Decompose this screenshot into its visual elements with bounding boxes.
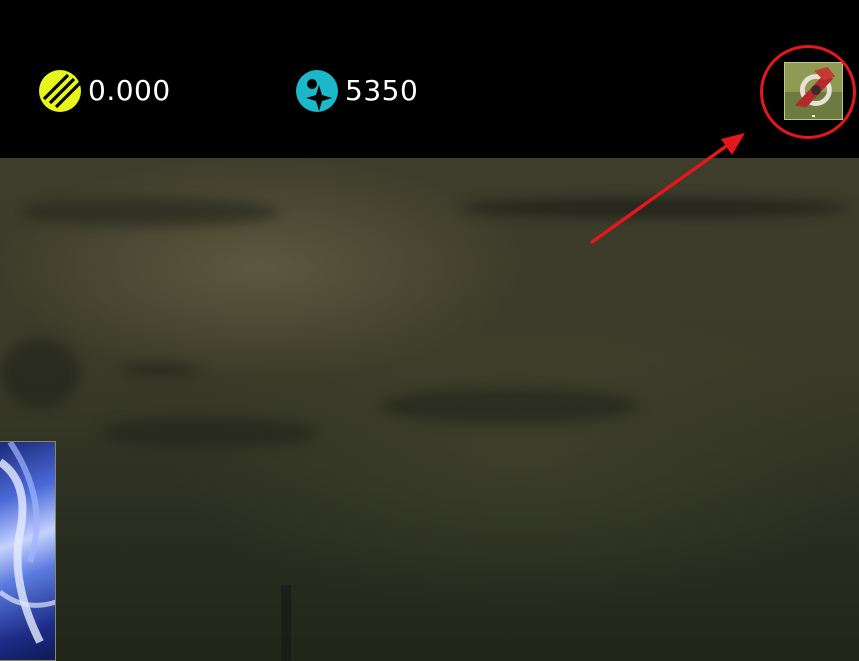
- character-card[interactable]: [0, 441, 56, 661]
- cloud: [460, 198, 850, 218]
- cloud: [100, 418, 320, 448]
- energy-balance[interactable]: 0.000: [38, 69, 171, 113]
- app-root: 0.000 5350: [0, 0, 859, 661]
- gems-balance[interactable]: 5350: [295, 69, 418, 113]
- tower-silhouette: [281, 585, 291, 661]
- player-avatar-button[interactable]: [784, 62, 843, 120]
- player-avatar-icon: [785, 63, 842, 119]
- energy-value: 0.000: [88, 74, 171, 107]
- top-bar: 0.000 5350: [0, 0, 859, 158]
- cloud: [380, 388, 640, 424]
- cloud: [20, 198, 280, 226]
- star-drop-icon: [296, 70, 338, 112]
- energy-stripes-icon: [39, 70, 81, 112]
- cloud: [0, 338, 80, 408]
- character-art: [0, 442, 55, 644]
- gems-value: 5350: [345, 74, 419, 107]
- background-scene: [0, 158, 859, 661]
- cloud: [120, 363, 200, 377]
